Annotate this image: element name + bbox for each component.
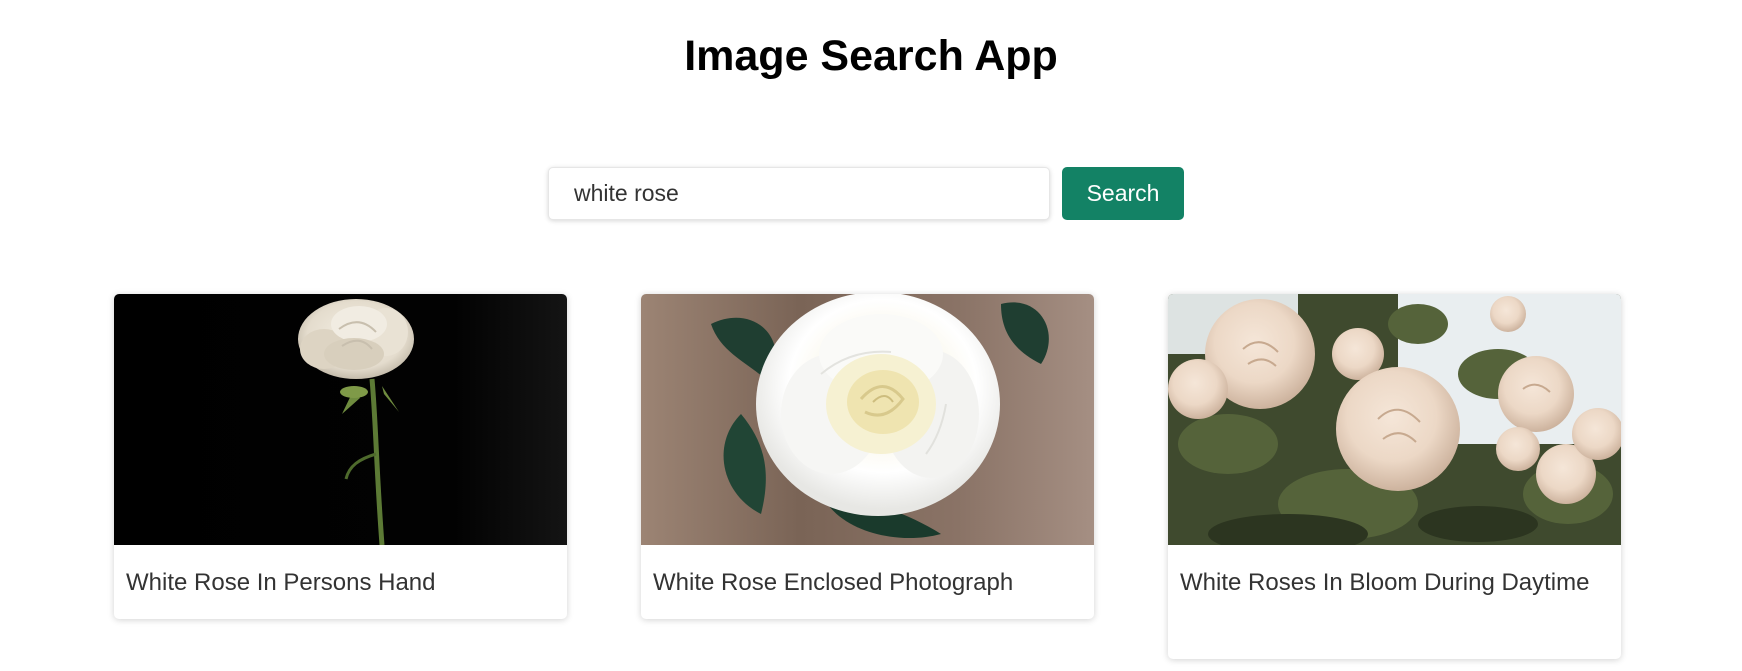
search-input[interactable]	[548, 167, 1050, 220]
search-button[interactable]: Search	[1062, 167, 1184, 220]
result-caption: White Rose Enclosed Photograph	[653, 569, 1014, 596]
result-image[interactable]	[641, 294, 1094, 545]
result-caption: White Rose In Persons Hand	[126, 569, 436, 596]
result-caption: White Roses In Bloom During Daytime	[1180, 569, 1590, 596]
result-image[interactable]	[114, 294, 567, 545]
result-card[interactable]: White Rose Enclosed Photograph	[641, 294, 1094, 619]
result-card[interactable]: White Rose In Persons Hand	[114, 294, 567, 619]
result-card[interactable]: White Roses In Bloom During Daytime	[1168, 294, 1621, 659]
search-bar: Search	[548, 167, 1184, 220]
result-image[interactable]	[1168, 294, 1621, 545]
image-search-page: Image Search App Search	[0, 0, 1742, 671]
page-title: Image Search App	[684, 32, 1058, 80]
